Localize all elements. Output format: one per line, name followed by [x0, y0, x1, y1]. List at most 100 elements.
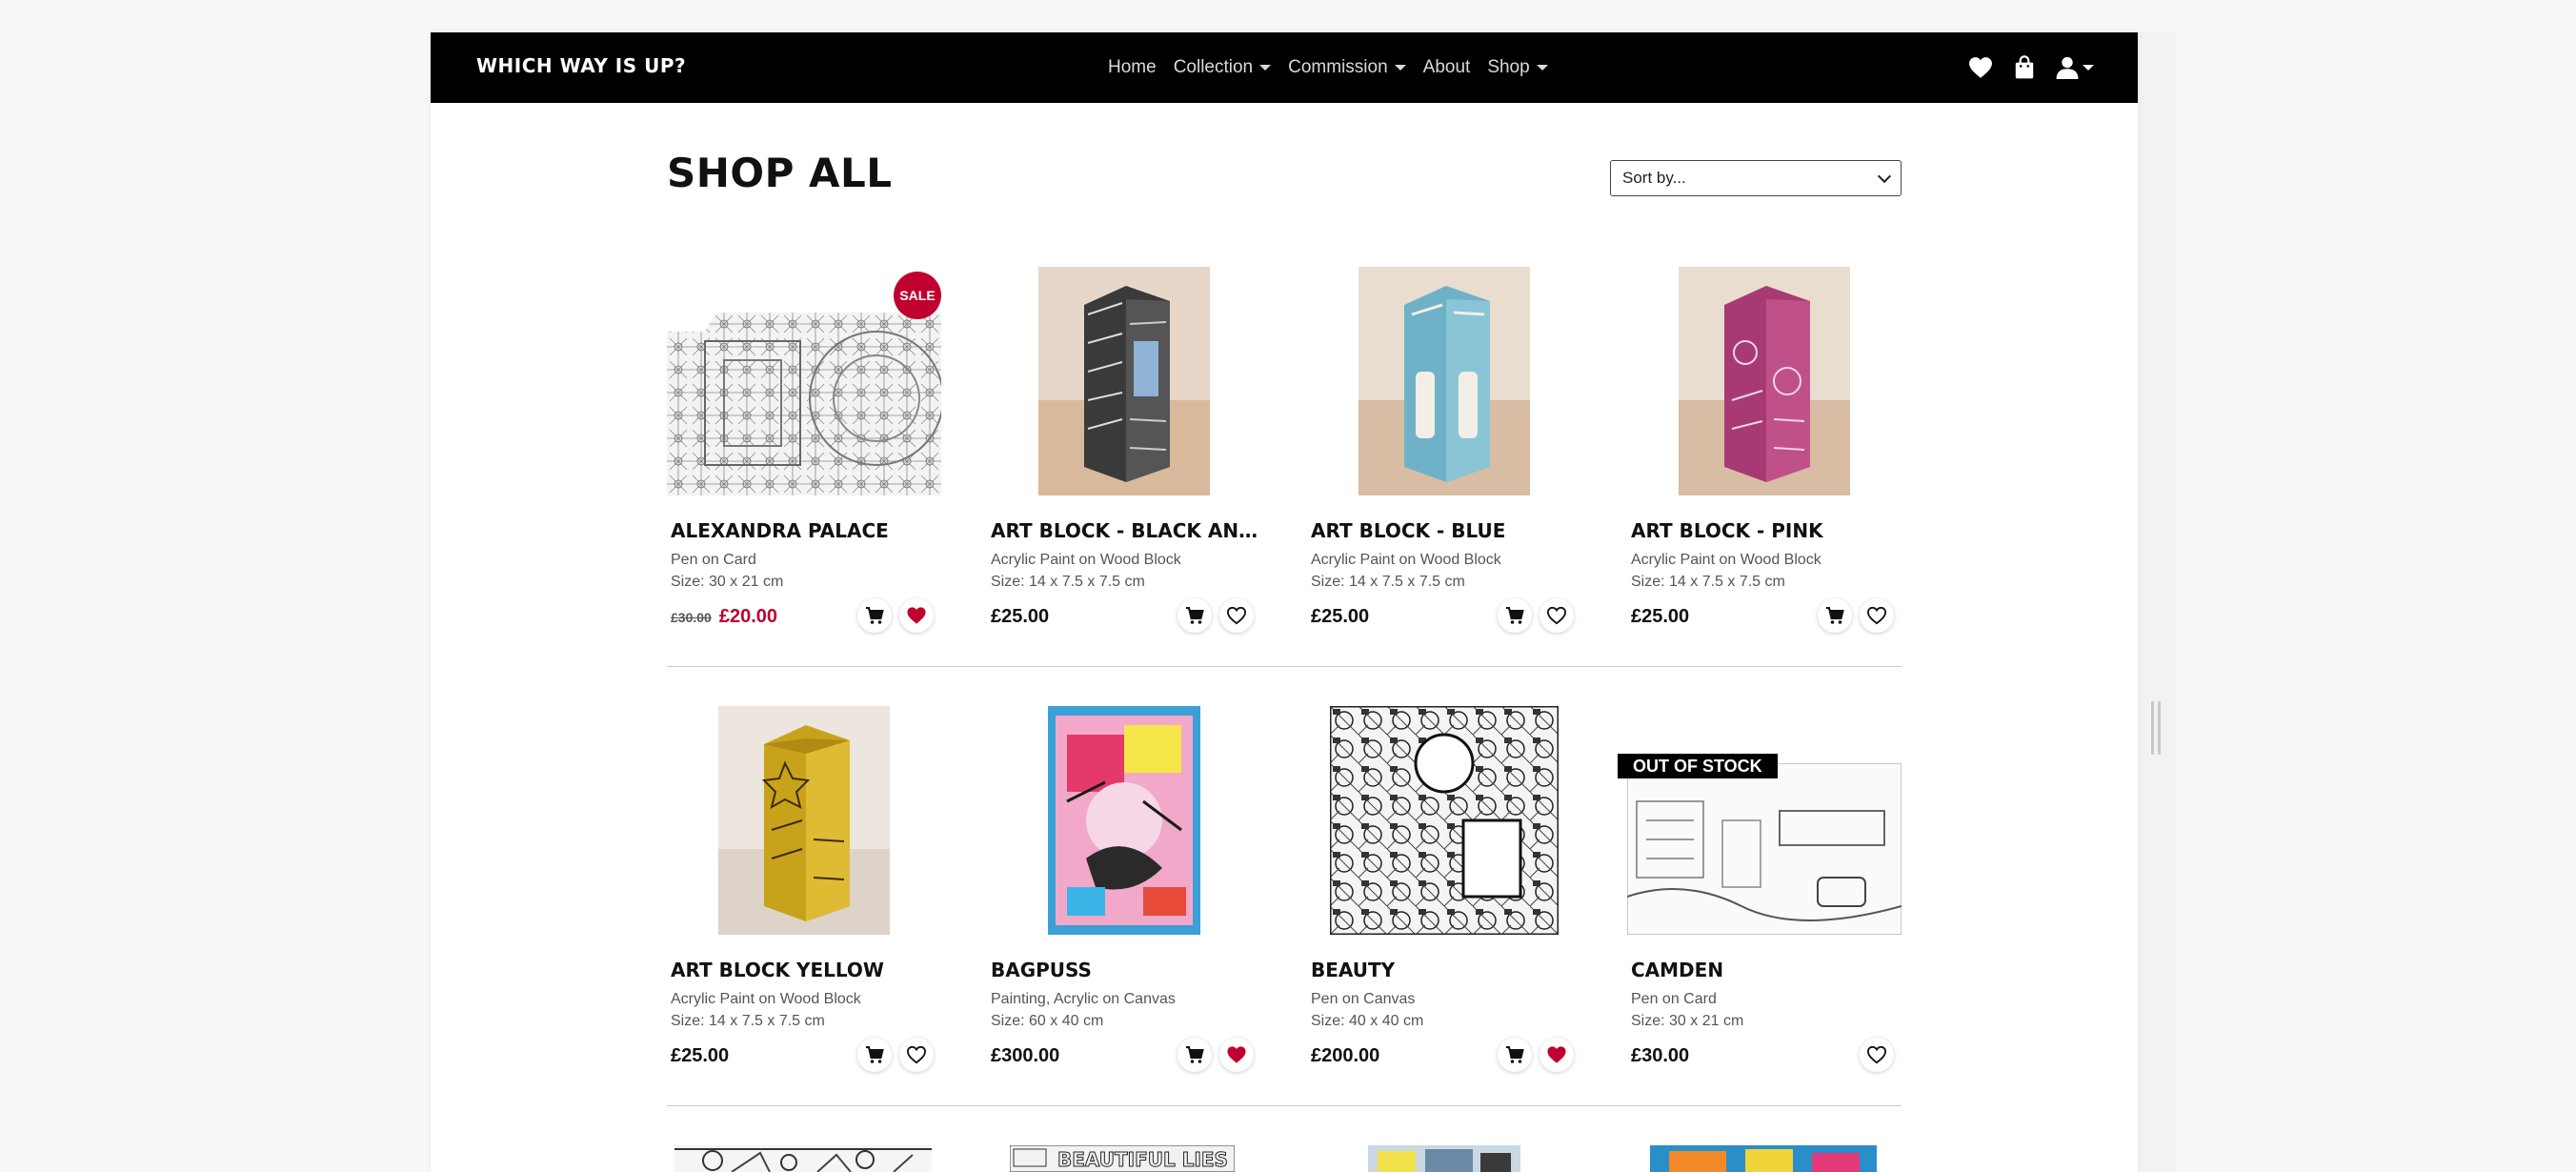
heart-outline-icon: [1226, 606, 1247, 625]
product-name[interactable]: Art Block Yellow: [671, 956, 941, 984]
product-medium: Pen on Card: [1631, 991, 1717, 1007]
street-painting-artwork[interactable]: [1368, 1145, 1520, 1172]
pink-block-artwork: [1679, 267, 1850, 495]
heart-filled-icon: [1547, 1046, 1566, 1063]
add-to-cart-button[interactable]: [857, 598, 892, 633]
heart-icon: [1969, 57, 1992, 78]
caret-down-icon: [1259, 65, 1272, 71]
alexandra-palace-artwork: [667, 313, 941, 495]
beauty-artwork: [1330, 706, 1559, 935]
product-name[interactable]: Camden: [1631, 956, 1902, 984]
product-image-link[interactable]: [667, 706, 941, 935]
add-to-cart-button[interactable]: [1177, 1038, 1212, 1072]
product-image-link[interactable]: [1307, 267, 1581, 495]
product-medium: Pen on Canvas: [1311, 991, 1416, 1007]
price-value: £25.00: [671, 1045, 730, 1066]
product-price: £200.00: [1311, 1041, 1379, 1070]
add-to-cart-button[interactable]: [1818, 598, 1852, 633]
sort-select-value: Sort by...: [1622, 169, 1686, 187]
wishlist-toggle-button[interactable]: [1540, 1038, 1574, 1072]
yellow-block-artwork: [718, 706, 890, 935]
resize-handle[interactable]: [2151, 701, 2163, 755]
wishlist-toggle-button[interactable]: [1860, 1038, 1894, 1072]
page-title: Shop All: [667, 150, 893, 196]
nav-collection[interactable]: Collection: [1173, 57, 1272, 78]
heart-outline-icon: [1866, 606, 1887, 625]
wishlist-link[interactable]: [1968, 56, 1993, 79]
nav-commission[interactable]: Commission: [1288, 57, 1406, 78]
product-name[interactable]: Art Block - Blue: [1311, 516, 1581, 545]
nav-menu: Home Collection Commission About Shop: [1108, 32, 1548, 103]
shop-page: which way is up? Home Collection Commiss…: [431, 32, 2138, 1172]
sort-select[interactable]: Sort by...: [1610, 160, 1902, 196]
side-panel: [2138, 32, 2176, 1172]
doodle-artwork[interactable]: [674, 1145, 932, 1172]
price-value: £25.00: [1311, 606, 1370, 627]
product-price: £30.00 £20.00: [671, 602, 777, 632]
wishlist-toggle-button[interactable]: [1219, 1038, 1254, 1072]
basket-link[interactable]: [2014, 55, 2035, 80]
colourful-painting-artwork[interactable]: [1650, 1145, 1877, 1172]
heart-outline-icon: [1866, 1045, 1887, 1064]
nav-collection-label: Collection: [1173, 57, 1254, 77]
wishlist-toggle-button[interactable]: [1219, 598, 1254, 633]
product-medium: Acrylic Paint on Wood Block: [1631, 552, 1821, 568]
product-price: £25.00: [671, 1041, 729, 1070]
cart-icon: [1826, 607, 1844, 624]
bagpuss-artwork: [1048, 706, 1200, 935]
product-size: Size: 60 x 40 cm: [991, 1013, 1104, 1029]
wishlist-toggle-button[interactable]: [899, 598, 934, 633]
add-to-cart-button[interactable]: [1177, 598, 1212, 633]
wishlist-toggle-button[interactable]: [899, 1038, 934, 1072]
product-price: £30.00: [1631, 1041, 1689, 1070]
product-size: Size: 14 x 7.5 x 7.5 cm: [671, 1013, 825, 1029]
product-medium: Painting, Acrylic on Canvas: [991, 991, 1176, 1007]
nav-shop-label: Shop: [1487, 57, 1530, 77]
product-image-link[interactable]: [1627, 706, 1902, 935]
camden-artwork: [1627, 763, 1902, 935]
product-name[interactable]: Art Block - Black and White: [991, 516, 1261, 545]
price-value: £25.00: [1631, 606, 1690, 627]
price-value: £30.00: [1631, 1045, 1690, 1066]
product-medium: Acrylic Paint on Wood Block: [671, 991, 861, 1007]
account-menu[interactable]: [2056, 56, 2094, 79]
cart-icon: [866, 607, 884, 624]
shopping-bag-icon: [2015, 55, 2034, 79]
product-image-link[interactable]: [987, 267, 1261, 495]
product-price: £25.00: [1631, 602, 1689, 631]
cart-icon: [866, 1046, 884, 1063]
product-medium: Acrylic Paint on Wood Block: [1311, 552, 1501, 568]
wishlist-toggle-button[interactable]: [1540, 598, 1574, 633]
product-name[interactable]: Beauty: [1311, 956, 1581, 984]
cart-icon: [1186, 607, 1204, 624]
nav-about-label: About: [1422, 57, 1471, 77]
heart-outline-icon: [1546, 606, 1567, 625]
product-size: Size: 30 x 21 cm: [1631, 1013, 1744, 1029]
product-medium: Pen on Card: [671, 552, 756, 568]
product-image-link[interactable]: [987, 706, 1261, 935]
add-to-cart-button[interactable]: [1498, 1038, 1532, 1072]
product-price: £25.00: [1311, 602, 1369, 631]
add-to-cart-button[interactable]: [857, 1038, 892, 1072]
cart-icon: [1506, 607, 1524, 624]
product-name[interactable]: Bagpuss: [991, 956, 1261, 984]
beautiful-lies-artwork[interactable]: BEAUTIFUL LIES: [1010, 1145, 1235, 1172]
product-price: £25.00: [991, 602, 1049, 631]
product-image-link[interactable]: [1307, 706, 1581, 935]
navbar: which way is up? Home Collection Commiss…: [431, 32, 2138, 103]
brand-logo[interactable]: which way is up?: [476, 50, 686, 82]
heart-filled-icon: [907, 607, 926, 624]
wishlist-toggle-button[interactable]: [1860, 598, 1894, 633]
nav-home[interactable]: Home: [1108, 57, 1157, 78]
price-value: £200.00: [1311, 1045, 1380, 1066]
heart-outline-icon: [906, 1045, 927, 1064]
product-name[interactable]: Alexandra Palace: [671, 516, 941, 545]
product-image-link[interactable]: [1627, 267, 1902, 495]
add-to-cart-button[interactable]: [1498, 598, 1532, 633]
product-name[interactable]: Art Block - Pink: [1631, 516, 1902, 545]
price-value: £300.00: [991, 1045, 1060, 1066]
black-white-block-artwork: [1038, 267, 1210, 495]
nav-shop[interactable]: Shop: [1487, 57, 1548, 78]
product-size: Size: 14 x 7.5 x 7.5 cm: [1311, 574, 1465, 590]
nav-about[interactable]: About: [1423, 57, 1471, 78]
